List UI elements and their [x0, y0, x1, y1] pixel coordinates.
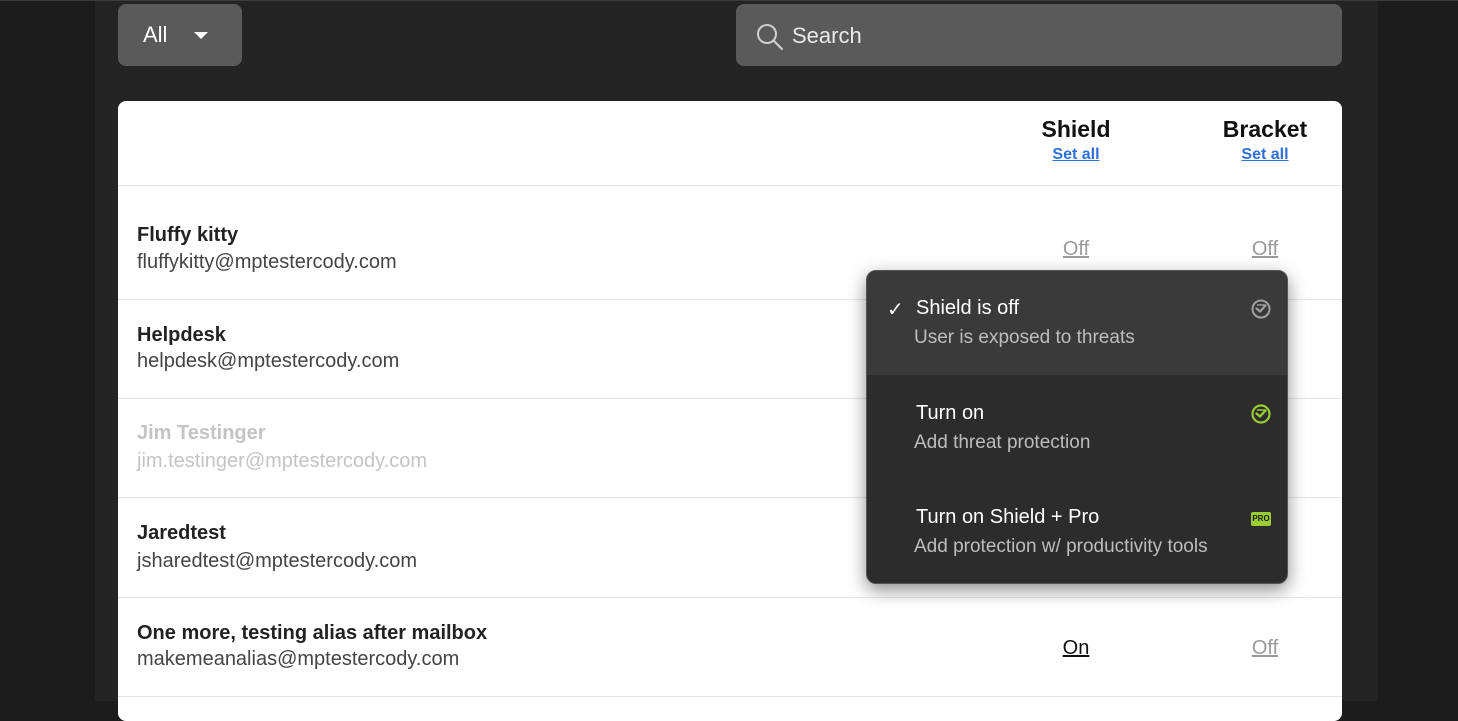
search-input[interactable] — [790, 4, 1324, 68]
header-divider — [118, 185, 1342, 186]
menu-item-subtitle: Add protection w/ productivity tools — [914, 536, 1208, 557]
row-divider — [118, 597, 1342, 598]
menu-item-turn-on[interactable]: Turn on Add threat protection — [867, 376, 1287, 480]
menu-item-title: Turn on — [916, 402, 985, 424]
user-email: fluffykitty@mptestercody.com — [137, 251, 397, 273]
bracket-column-header: Bracket Set all — [1185, 115, 1342, 164]
filter-label: All — [143, 22, 168, 47]
filter-dropdown[interactable]: All — [118, 4, 242, 66]
user-name: One more, testing alias after mailbox — [137, 622, 488, 644]
user-email: jim.testinger@mptestercody.com — [137, 450, 428, 472]
menu-item-title: Turn on Shield + Pro — [916, 506, 1100, 528]
top-border — [0, 0, 1458, 1]
menu-item-turn-on-pro[interactable]: Turn on Shield + Pro Add protection w/ p… — [867, 480, 1287, 583]
shield-toggle[interactable]: Off — [1016, 238, 1136, 261]
user-name: Helpdesk — [137, 324, 226, 346]
shield-column-header: Shield Set all — [996, 115, 1156, 164]
row-divider — [118, 696, 1342, 697]
caret-down-icon — [194, 32, 208, 39]
shield-green-icon — [1251, 404, 1271, 429]
pro-badge-icon: PRO — [1251, 512, 1271, 526]
user-name: Jaredtest — [137, 522, 226, 544]
shield-options-menu: ✓ Shield is off User is exposed to threa… — [866, 270, 1288, 584]
search-box[interactable] — [736, 4, 1342, 68]
shield-toggle[interactable]: On — [1016, 637, 1136, 660]
shield-column-title: Shield — [1041, 116, 1111, 142]
bracket-column-title: Bracket — [1222, 116, 1308, 142]
menu-item-subtitle: Add threat protection — [914, 432, 1091, 453]
shield-gray-icon — [1251, 299, 1271, 324]
bracket-toggle[interactable]: Off — [1205, 238, 1325, 261]
user-name: Jim Testinger — [137, 422, 266, 444]
shield-set-all-link[interactable]: Set all — [996, 146, 1156, 164]
user-name: Fluffy kitty — [137, 224, 239, 246]
user-email: jsharedtest@mptestercody.com — [137, 550, 418, 572]
menu-item-title: Shield is off — [916, 297, 1020, 319]
user-email: helpdesk@mptestercody.com — [137, 350, 400, 372]
user-email: makemeanalias@mptestercody.com — [137, 648, 460, 670]
checkmark-icon: ✓ — [887, 299, 904, 321]
menu-item-shield-off[interactable]: ✓ Shield is off User is exposed to threa… — [867, 271, 1287, 375]
bracket-set-all-link[interactable]: Set all — [1185, 146, 1342, 164]
menu-item-subtitle: User is exposed to threats — [914, 327, 1135, 348]
bracket-toggle[interactable]: Off — [1205, 637, 1325, 660]
search-icon — [756, 23, 784, 56]
